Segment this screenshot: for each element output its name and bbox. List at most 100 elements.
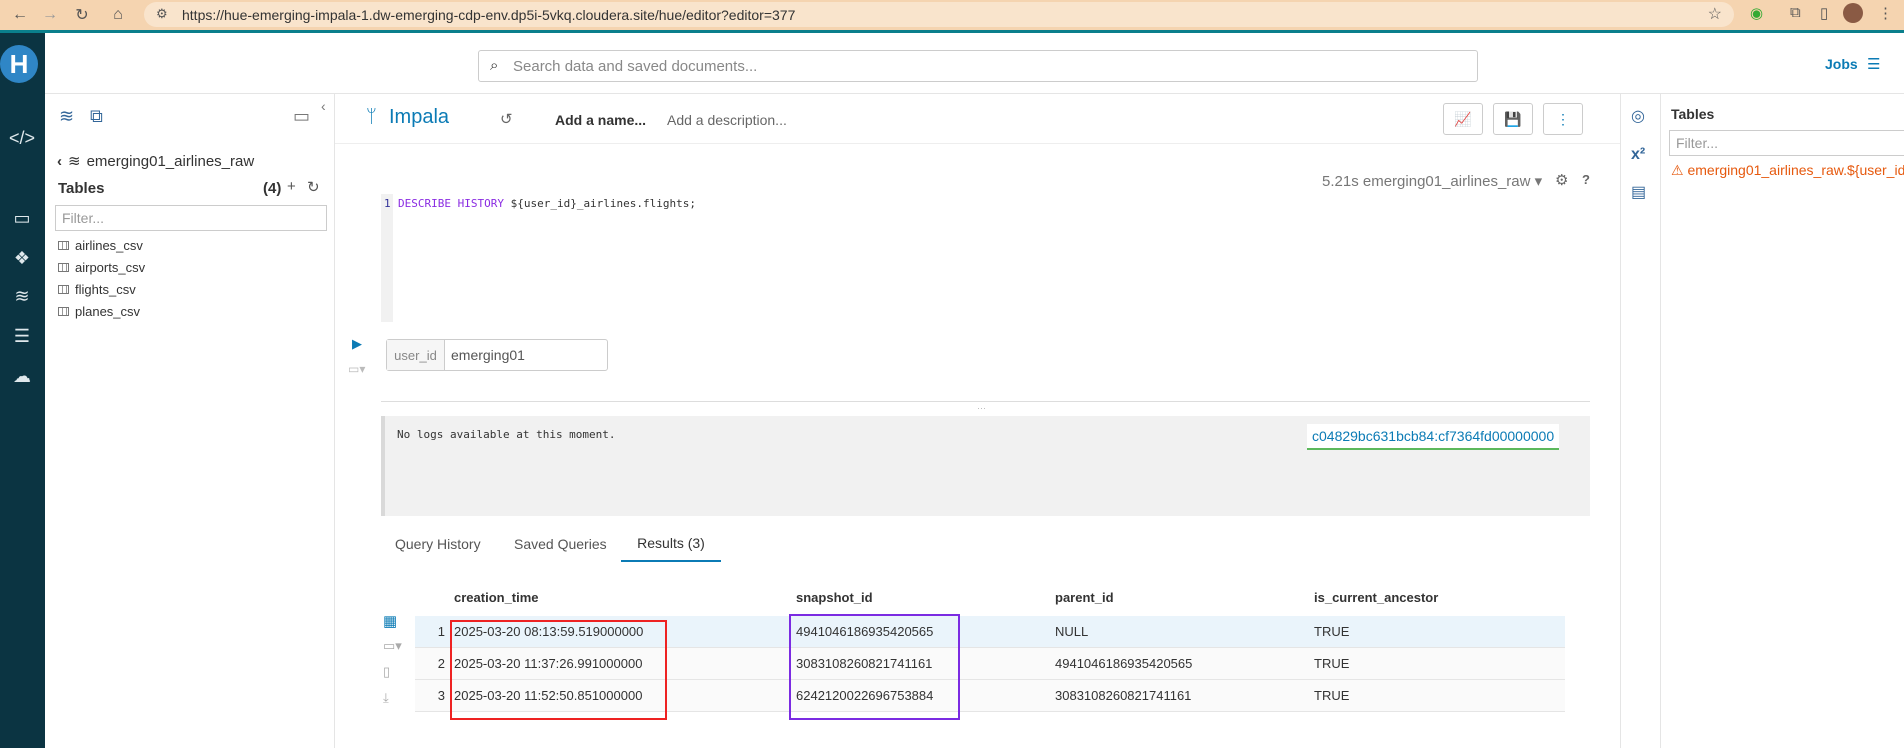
table-name: airlines_csv (75, 238, 143, 253)
table-icon (58, 263, 69, 272)
row-number: 2 (437, 656, 445, 671)
reload-icon[interactable]: ↻ (68, 1, 96, 29)
tab-results[interactable]: Results (3) (621, 526, 721, 562)
compass-icon[interactable]: ◎ (1631, 106, 1645, 126)
save-button[interactable]: 💾 (1493, 103, 1533, 135)
help-icon[interactable]: ? (1582, 172, 1590, 187)
site-settings-icon[interactable]: ⚙ (156, 6, 168, 22)
cloud-upload-icon[interactable]: ☁ (6, 363, 38, 389)
browser-menu-icon[interactable]: ⋮ (1878, 4, 1893, 22)
table-item-airlines[interactable]: airlines_csv (58, 238, 143, 253)
impala-icon: ᛘ (366, 106, 377, 126)
sql-code: DESCRIBE HISTORY ${user_id}_airlines.fli… (398, 197, 696, 210)
database-breadcrumb[interactable]: ‹ ≋ emerging01_airlines_raw (57, 152, 254, 171)
documents-icon[interactable]: ⧉ (90, 106, 103, 127)
execution-info[interactable]: 5.21s emerging01_airlines_raw ▾ (1322, 172, 1542, 190)
table-item-flights[interactable]: flights_csv (58, 282, 136, 297)
grid-view-icon[interactable]: ▦ (383, 612, 397, 630)
cell-parent-id: NULL (1055, 624, 1089, 639)
table-name: flights_csv (75, 282, 136, 297)
table-item-airports[interactable]: airports_csv (58, 260, 145, 275)
variable-label: user_id (387, 340, 445, 370)
folder-icon[interactable]: ▭ (293, 106, 310, 127)
tables-filter-input[interactable]: Filter... (55, 205, 327, 231)
jobs-link[interactable]: Jobs (1825, 56, 1858, 72)
forward-icon[interactable]: → (36, 1, 64, 29)
right-assist-panel: ◎ x² ▤ Tables Filter... ⚠ emerging01_air… (1620, 94, 1904, 748)
functions-icon[interactable]: x² (1631, 146, 1645, 164)
jobs-list-icon[interactable]: ☰ (1867, 55, 1880, 73)
resize-grip-icon[interactable]: ⋯ (977, 403, 986, 414)
chart-button[interactable]: 📈 (1443, 103, 1483, 135)
tab-saved-queries[interactable]: Saved Queries (514, 526, 607, 562)
cell-is-current-ancestor: TRUE (1314, 688, 1350, 703)
table-item-planes[interactable]: planes_csv (58, 304, 140, 319)
dialect-title[interactable]: Impala (389, 106, 449, 129)
database-icon: ≋ (68, 153, 81, 170)
tables-count: (4) (263, 180, 282, 197)
sql-code-rest: ${user_id}_airlines.flights; (503, 197, 697, 210)
right-panel-title: Tables (1671, 106, 1715, 122)
profile-avatar[interactable] (1843, 3, 1863, 23)
column-header[interactable]: parent_id (1055, 590, 1114, 605)
query-description-field[interactable]: Add a description... (667, 112, 787, 128)
collapse-chevron-icon[interactable]: ‹ (321, 98, 326, 114)
table-name: planes_csv (75, 304, 141, 319)
settings-gear-icon[interactable]: ⚙ (1555, 171, 1568, 189)
column-header[interactable]: creation_time (454, 590, 539, 605)
more-options-button[interactable]: ⋮ (1543, 103, 1583, 135)
cell-parent-id: 3083108260821741161 (1055, 688, 1192, 703)
global-search-input[interactable]: ⌕ Search data and saved documents... (478, 50, 1478, 82)
add-icon[interactable]: + (287, 178, 296, 195)
cubes-icon[interactable]: ❖ (6, 245, 38, 271)
query-name-field[interactable]: Add a name... (555, 112, 646, 128)
row-number: 1 (437, 624, 445, 639)
warning-icon: ⚠ (1671, 162, 1684, 178)
row-number: 3 (437, 688, 445, 703)
sql-editor[interactable]: 1 DESCRIBE HISTORY ${user_id}_airlines.f… (381, 194, 1621, 322)
line-number: 1 (384, 197, 391, 210)
extension-eye-icon[interactable]: ◉ (1750, 4, 1763, 22)
database-icon[interactable]: ≋ (6, 283, 38, 309)
resize-divider[interactable] (381, 401, 1590, 402)
variable-user-id: user_id emerging01 (386, 339, 608, 371)
sql-database-icon[interactable]: ≋ (59, 106, 74, 127)
execute-play-icon[interactable]: ▶ (352, 336, 362, 352)
snippet-book-icon[interactable]: ▭▾ (348, 362, 365, 376)
sidepanel-icon[interactable]: ▯ (1820, 4, 1828, 22)
download-icon[interactable]: ⤓ (383, 690, 389, 706)
right-filter-placeholder: Filter... (1676, 135, 1719, 151)
highlight-box-creation-time (450, 620, 667, 720)
right-filter-input[interactable]: Filter... (1669, 130, 1904, 156)
query-history-icon[interactable]: ↺ (500, 110, 513, 128)
cell-is-current-ancestor: TRUE (1314, 656, 1350, 671)
refresh-icon[interactable]: ↻ (307, 178, 320, 196)
server-icon[interactable]: ☰ (6, 323, 38, 349)
table-icon (58, 285, 69, 294)
book-icon[interactable]: ▤ (1631, 182, 1646, 202)
tab-query-history[interactable]: Query History (395, 526, 481, 562)
columns-icon[interactable]: ▯ (383, 664, 390, 680)
column-header[interactable]: snapshot_id (796, 590, 873, 605)
bookmark-star-icon[interactable]: ☆ (1708, 4, 1722, 24)
home-icon[interactable]: ⌂ (104, 1, 132, 29)
editor-code-icon[interactable]: </> (6, 125, 38, 151)
documents-folder-icon[interactable]: ▭ (6, 205, 38, 231)
sql-keyword: DESCRIBE HISTORY (398, 197, 504, 210)
browser-toolbar: ← → ↻ ⌂ ⚙ https://hue-emerging-impala-1.… (0, 0, 1904, 30)
chart-view-icon[interactable]: ▭▾ (383, 638, 402, 654)
back-chevron-icon[interactable]: ‹ (57, 153, 62, 170)
variable-value-input[interactable]: emerging01 (445, 340, 525, 370)
query-id-link[interactable]: c04829bc631bcb84:cf7364fd00000000 (1307, 424, 1560, 450)
extensions-puzzle-icon[interactable]: ⧉ (1790, 4, 1801, 21)
cell-is-current-ancestor: TRUE (1314, 624, 1350, 639)
right-warning-item[interactable]: ⚠ emerging01_airlines_raw.${user_id (1671, 162, 1904, 179)
logs-panel: No logs available at this moment. c04829… (381, 416, 1590, 516)
assist-panel: ≋ ⧉ ▭ ‹ ‹ ≋ emerging01_airlines_raw Tabl… (45, 94, 335, 748)
back-icon[interactable]: ← (6, 1, 34, 29)
logs-text: No logs available at this moment. (397, 428, 616, 441)
address-bar[interactable]: ⚙ https://hue-emerging-impala-1.dw-emerg… (144, 2, 1734, 27)
editor-header: ᛘ Impala ↺ Add a name... Add a descripti… (335, 94, 1620, 144)
hue-logo[interactable]: H (0, 45, 38, 83)
column-header[interactable]: is_current_ancestor (1314, 590, 1438, 605)
